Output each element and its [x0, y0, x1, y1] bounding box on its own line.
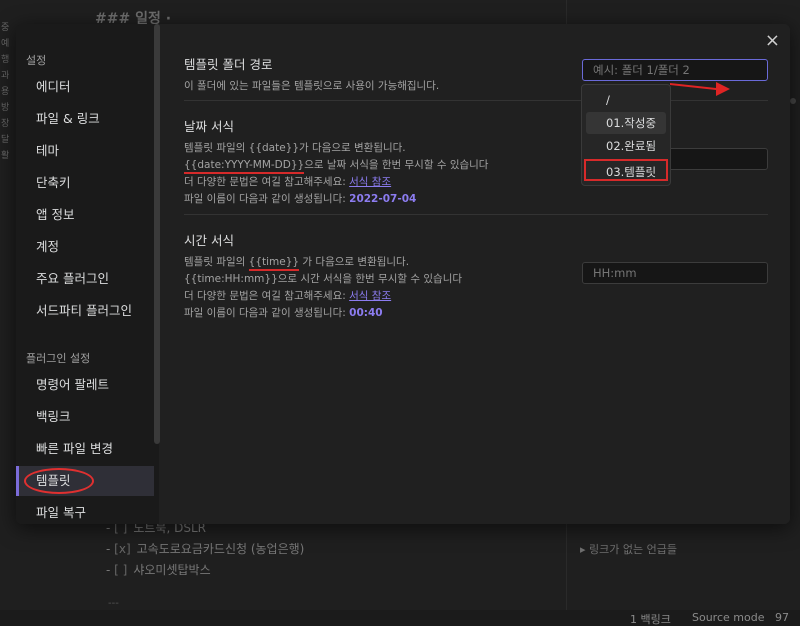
desc-text: 파일 이름이 다음과 같이 생성됩니다:	[184, 307, 350, 319]
time-format-input[interactable]	[582, 262, 768, 284]
status-backlinks[interactable]: 1 백링크	[630, 611, 671, 626]
setting-name: 시간 서식	[184, 233, 234, 248]
settings-modal: 설정 에디터 파일 & 링크 테마 단축키 앱 정보 계정 주요 플러그인 서드…	[16, 24, 790, 524]
bg-strip-text: 달	[1, 135, 10, 145]
sidebar-item-backlinks[interactable]: 백링크	[16, 402, 154, 432]
sidebar-item-command-palette[interactable]: 명령어 팔레트	[16, 370, 154, 400]
bg-task-item: - [ ] 샤오미셋탑박스	[106, 563, 211, 577]
divider	[184, 100, 768, 101]
bg-strip-text: 방장	[1, 103, 10, 129]
time-format-code: {{time}}	[248, 256, 300, 271]
sidebar-item-templates[interactable]: 템플릿	[16, 466, 154, 496]
sidebar-item-theme[interactable]: 테마	[16, 136, 154, 166]
bg-strip-text: 예행	[1, 39, 10, 65]
bg-dot	[790, 98, 796, 104]
setting-name: 날짜 서식	[184, 119, 234, 134]
sidebar-item-hotkeys[interactable]: 단축키	[16, 168, 154, 198]
desc-text: 더 다양한 문법은 여길 참고해주세요:	[184, 176, 350, 188]
bg-task-list: - [ ] 노트북, DSLR - [x] 고속도로요금카드신청 (농업은행) - …	[106, 518, 304, 581]
sidebar-item-core-plugins[interactable]: 주요 플러그인	[16, 264, 154, 294]
template-folder-input[interactable]	[582, 59, 768, 81]
date-format-code: {{date:YYYY-MM-DD}}	[184, 159, 305, 174]
desc-text: 더 다양한 문법은 여길 참고해주세요:	[184, 290, 350, 302]
sidebar-heading-plugin-settings: 플러그인 설정	[26, 352, 91, 365]
sidebar-item-files-links[interactable]: 파일 & 링크	[16, 104, 154, 134]
bg-strip-text: 과용	[1, 71, 10, 97]
sidebar-item-account[interactable]: 계정	[16, 232, 154, 262]
checkbox: [x]	[114, 542, 131, 556]
bg-left-strip: 중 예행 과용 방장 달 활	[0, 20, 16, 161]
bg-task-item: - [x] 고속도로요금카드신청 (농업은행)	[106, 542, 305, 556]
folder-suggestion-dropdown: / 01.작성중 02.완료됨 03.템플릿	[581, 84, 671, 186]
folder-option-root[interactable]: /	[586, 89, 666, 111]
folder-option-completed[interactable]: 02.완료됨	[586, 135, 666, 157]
desc-line: 파일 이름이 다음과 같이 생성됩니다: 00:40	[184, 305, 768, 322]
folder-option-templates[interactable]: 03.템플릿	[586, 161, 666, 183]
sidebar-item-editor[interactable]: 에디터	[16, 72, 154, 102]
sidebar-item-file-recovery[interactable]: 파일 복구	[16, 498, 154, 524]
desc-line: 더 다양한 문법은 여길 참고해주세요: 서식 참조	[184, 174, 768, 191]
bg-unlinked-mentions: ▸ 링크가 없는 언급들	[580, 543, 677, 556]
date-preview: 2022-07-04	[349, 193, 417, 205]
status-count: 97 단	[775, 611, 789, 624]
status-mode[interactable]: Source mode	[692, 611, 764, 624]
sidebar-item-community-plugins[interactable]: 서드파티 플러그인	[16, 296, 154, 326]
sidebar-item-about[interactable]: 앱 정보	[16, 200, 154, 230]
desc-text: 파일 이름이 다음과 같이 생성됩니다:	[184, 193, 350, 205]
divider	[184, 214, 768, 215]
folder-option-drafts[interactable]: 01.작성중	[586, 112, 666, 134]
desc-text: 템플릿 파일의	[184, 256, 249, 268]
desc-text: 가 다음으로 변환됩니다.	[299, 256, 410, 268]
bg-strip-text: 활	[1, 151, 10, 161]
checkbox: [ ]	[114, 563, 128, 577]
bg-strip-text: 중	[1, 23, 10, 33]
sidebar-heading-settings: 설정	[26, 54, 47, 67]
desc-text: 으로 날짜 서식을 한번 무시할 수 있습니다	[304, 159, 489, 171]
settings-content: × 템플릿 폴더 경로 이 폴더에 있는 파일들은 템플릿으로 사용이 가능해집…	[160, 24, 790, 524]
format-reference-link[interactable]: 서식 참조	[349, 290, 391, 302]
status-bar: 1 백링크 Source mode 97 단	[0, 610, 800, 626]
settings-sidebar: 설정 에디터 파일 & 링크 테마 단축키 앱 정보 계정 주요 플러그인 서드…	[16, 24, 159, 524]
task-text: 고속도로요금카드신청 (농업은행)	[136, 542, 305, 556]
desc-line: 파일 이름이 다음과 같이 생성됩니다: 2022-07-04	[184, 191, 768, 208]
bg-divider: ---	[108, 598, 119, 609]
time-preview: 00:40	[349, 307, 383, 319]
close-icon[interactable]: ×	[765, 30, 780, 51]
format-reference-link[interactable]: 서식 참조	[349, 176, 391, 188]
sidebar-item-quick-switcher[interactable]: 빠른 파일 변경	[16, 434, 154, 464]
task-text: 샤오미셋탑박스	[133, 563, 211, 577]
desc-line: 더 다양한 문법은 여길 참고해주세요: 서식 참조	[184, 288, 768, 305]
